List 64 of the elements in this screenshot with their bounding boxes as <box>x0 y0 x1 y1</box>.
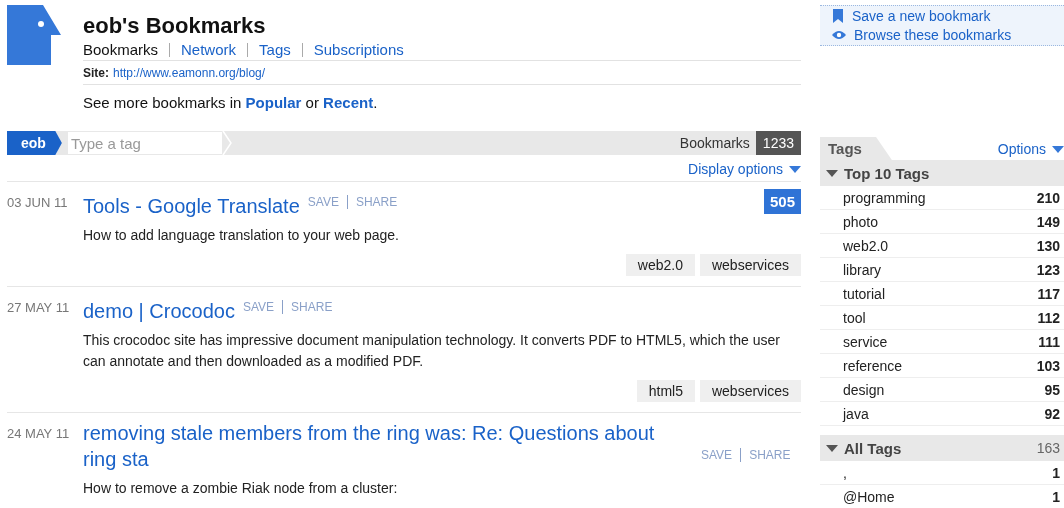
tag-count: 111 <box>1038 333 1060 350</box>
user-tag[interactable]: eob <box>7 131 62 155</box>
bookmark-title[interactable]: demo | Crocodoc <box>83 298 235 324</box>
bookmark-title[interactable]: removing stale members from the ring was: Re: Questions about ring sta <box>83 420 693 472</box>
bookmark-icon <box>832 9 844 23</box>
tag-link[interactable]: tool <box>843 309 866 326</box>
tag-count: 117 <box>1037 285 1060 302</box>
tag-count: 1 <box>1052 464 1060 481</box>
caret-icon <box>1052 145 1064 153</box>
tag-count: 1 <box>1052 488 1060 505</box>
tag-link[interactable]: library <box>843 261 882 278</box>
bookmark-date: 03 JUN 11 <box>7 194 69 212</box>
nav-link[interactable]: Tags <box>247 43 302 57</box>
section-header[interactable]: All Tags 163 <box>820 435 1064 461</box>
tag-chip[interactable]: web2.0 <box>625 254 695 276</box>
save-count-badge: 505 <box>763 189 801 214</box>
site-label: Site: <box>83 66 109 80</box>
tag-chip[interactable]: html5 <box>636 380 695 402</box>
bookmark-description: How to remove a zombie Riak node from a cluster: <box>83 479 399 498</box>
tag-link[interactable]: tutorial <box>843 285 886 302</box>
tag-link[interactable]: @Home <box>843 488 895 505</box>
bookmark-date: 27 MAY 11 <box>7 299 71 317</box>
nav-link[interactable]: Network <box>169 43 248 57</box>
bookmark-date: 24 MAY 11 <box>7 425 71 443</box>
tag-input-field[interactable]: Type a tag <box>67 132 222 154</box>
bookmark-description: How to add language translation to your web page. <box>83 226 400 245</box>
caret-icon <box>826 444 838 452</box>
caret-icon <box>789 165 801 173</box>
tag-count: 149 <box>1036 213 1060 230</box>
tag-count: 123 <box>1036 261 1060 278</box>
more-bookmarks-text: See more bookmarks in Popular or Recent. <box>83 94 379 111</box>
page-title: eob's Bookmarks <box>83 13 267 39</box>
tags-tab[interactable]: Tags <box>820 137 892 160</box>
bookmark-description: This crocodoc site has impressive document manipulation technology. It converts PDF to HTML5, which the user can annotate and then downloaded as a modified PDF. <box>83 331 781 371</box>
popular-link[interactable]: Popular <box>245 94 302 111</box>
bookmarks-label: Bookmarks <box>679 135 751 151</box>
display-options-link[interactable]: Display options <box>688 161 801 177</box>
tag-chip[interactable]: webservices <box>699 254 801 276</box>
tag-count: 112 <box>1037 309 1060 326</box>
tag-link[interactable]: reference <box>843 357 903 374</box>
tag-link[interactable]: programming <box>843 189 926 206</box>
section-header[interactable]: Top 10 Tags <box>820 160 1064 186</box>
tag-chip[interactable]: webservices <box>699 380 801 402</box>
tag-count: 130 <box>1036 237 1060 254</box>
tag-link[interactable]: , <box>843 464 847 481</box>
nav-link[interactable]: Subscriptions <box>301 43 415 57</box>
tag-link[interactable]: web2.0 <box>843 237 889 254</box>
tag-count: 92 <box>1044 405 1060 422</box>
tag-link[interactable]: java <box>843 405 869 422</box>
tag-link[interactable]: photo <box>843 213 879 230</box>
save-bookmark-link[interactable]: Save a new bookmark <box>832 8 1052 24</box>
tag-count: 210 <box>1036 189 1060 206</box>
tag-count: 103 <box>1036 357 1060 374</box>
nav-link[interactable]: Bookmarks <box>83 43 170 57</box>
eye-icon <box>832 30 846 40</box>
bookmarks-count: 1233 <box>755 131 801 155</box>
tag-link[interactable]: design <box>843 381 885 398</box>
caret-icon <box>826 169 838 177</box>
bookmark-title[interactable]: Tools - Google Translate <box>83 193 300 219</box>
tag-link[interactable]: service <box>843 333 888 350</box>
browse-link[interactable]: Browse these bookmarks <box>832 27 1052 43</box>
tag-count: 95 <box>1044 381 1060 398</box>
options-link[interactable]: Options <box>997 141 1064 160</box>
site-link[interactable]: http://www.eamonn.org/blog/ <box>113 66 266 80</box>
